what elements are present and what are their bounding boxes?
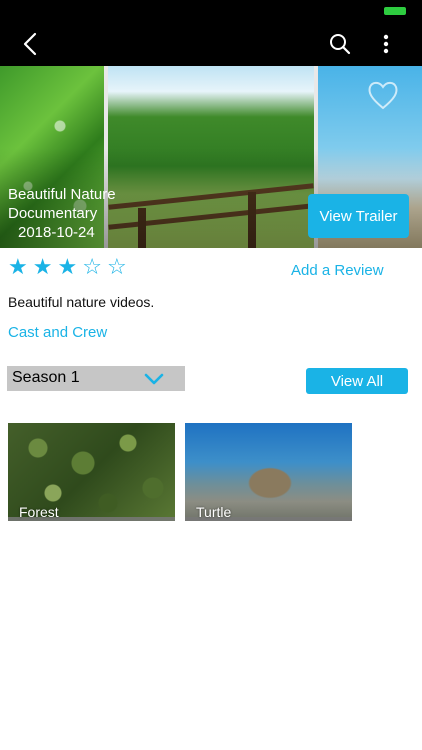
hero-title: Beautiful Nature Documentary 2018-10-24 — [8, 185, 138, 242]
star-empty-icon[interactable]: ☆ — [107, 254, 127, 280]
battery-icon — [384, 7, 406, 15]
cast-and-crew-link[interactable]: Cast and Crew — [8, 324, 107, 341]
heart-icon[interactable] — [366, 78, 400, 112]
view-all-button[interactable]: View All — [306, 368, 408, 394]
title-line-2: Documentary — [8, 205, 98, 222]
more-options-button[interactable] — [364, 22, 408, 66]
more-vertical-icon — [383, 34, 389, 54]
episode-title: Turtle — [196, 504, 232, 520]
episode-list: Forest Turtle — [8, 423, 352, 521]
episode-title: Forest — [19, 504, 59, 520]
episode-card[interactable]: Forest — [8, 423, 175, 521]
nav-bar — [0, 22, 422, 66]
view-trailer-button[interactable]: View Trailer — [308, 194, 409, 238]
back-button[interactable] — [8, 22, 52, 66]
title-line-1: Beautiful Nature — [8, 186, 116, 203]
search-button[interactable] — [318, 22, 362, 66]
release-date: 2018-10-24 — [18, 224, 95, 241]
add-review-link[interactable]: Add a Review — [291, 262, 384, 279]
chevron-down-icon — [144, 373, 164, 385]
episode-card[interactable]: Turtle — [185, 423, 352, 521]
hero-banner: Beautiful Nature Documentary 2018-10-24 … — [0, 66, 422, 248]
season-selected-value: Season 1 — [12, 369, 80, 386]
star-rating[interactable]: ★ ★ ★ ☆ ☆ — [8, 254, 127, 280]
back-chevron-icon — [23, 32, 37, 56]
star-filled-icon[interactable]: ★ — [57, 254, 77, 280]
season-dropdown[interactable]: Season 1 — [7, 366, 185, 391]
status-bar — [0, 0, 422, 22]
star-filled-icon[interactable]: ★ — [33, 254, 53, 280]
star-empty-icon[interactable]: ☆ — [82, 254, 102, 280]
description-text: Beautiful nature videos. — [8, 294, 155, 310]
search-icon — [330, 34, 351, 55]
star-filled-icon[interactable]: ★ — [8, 254, 28, 280]
